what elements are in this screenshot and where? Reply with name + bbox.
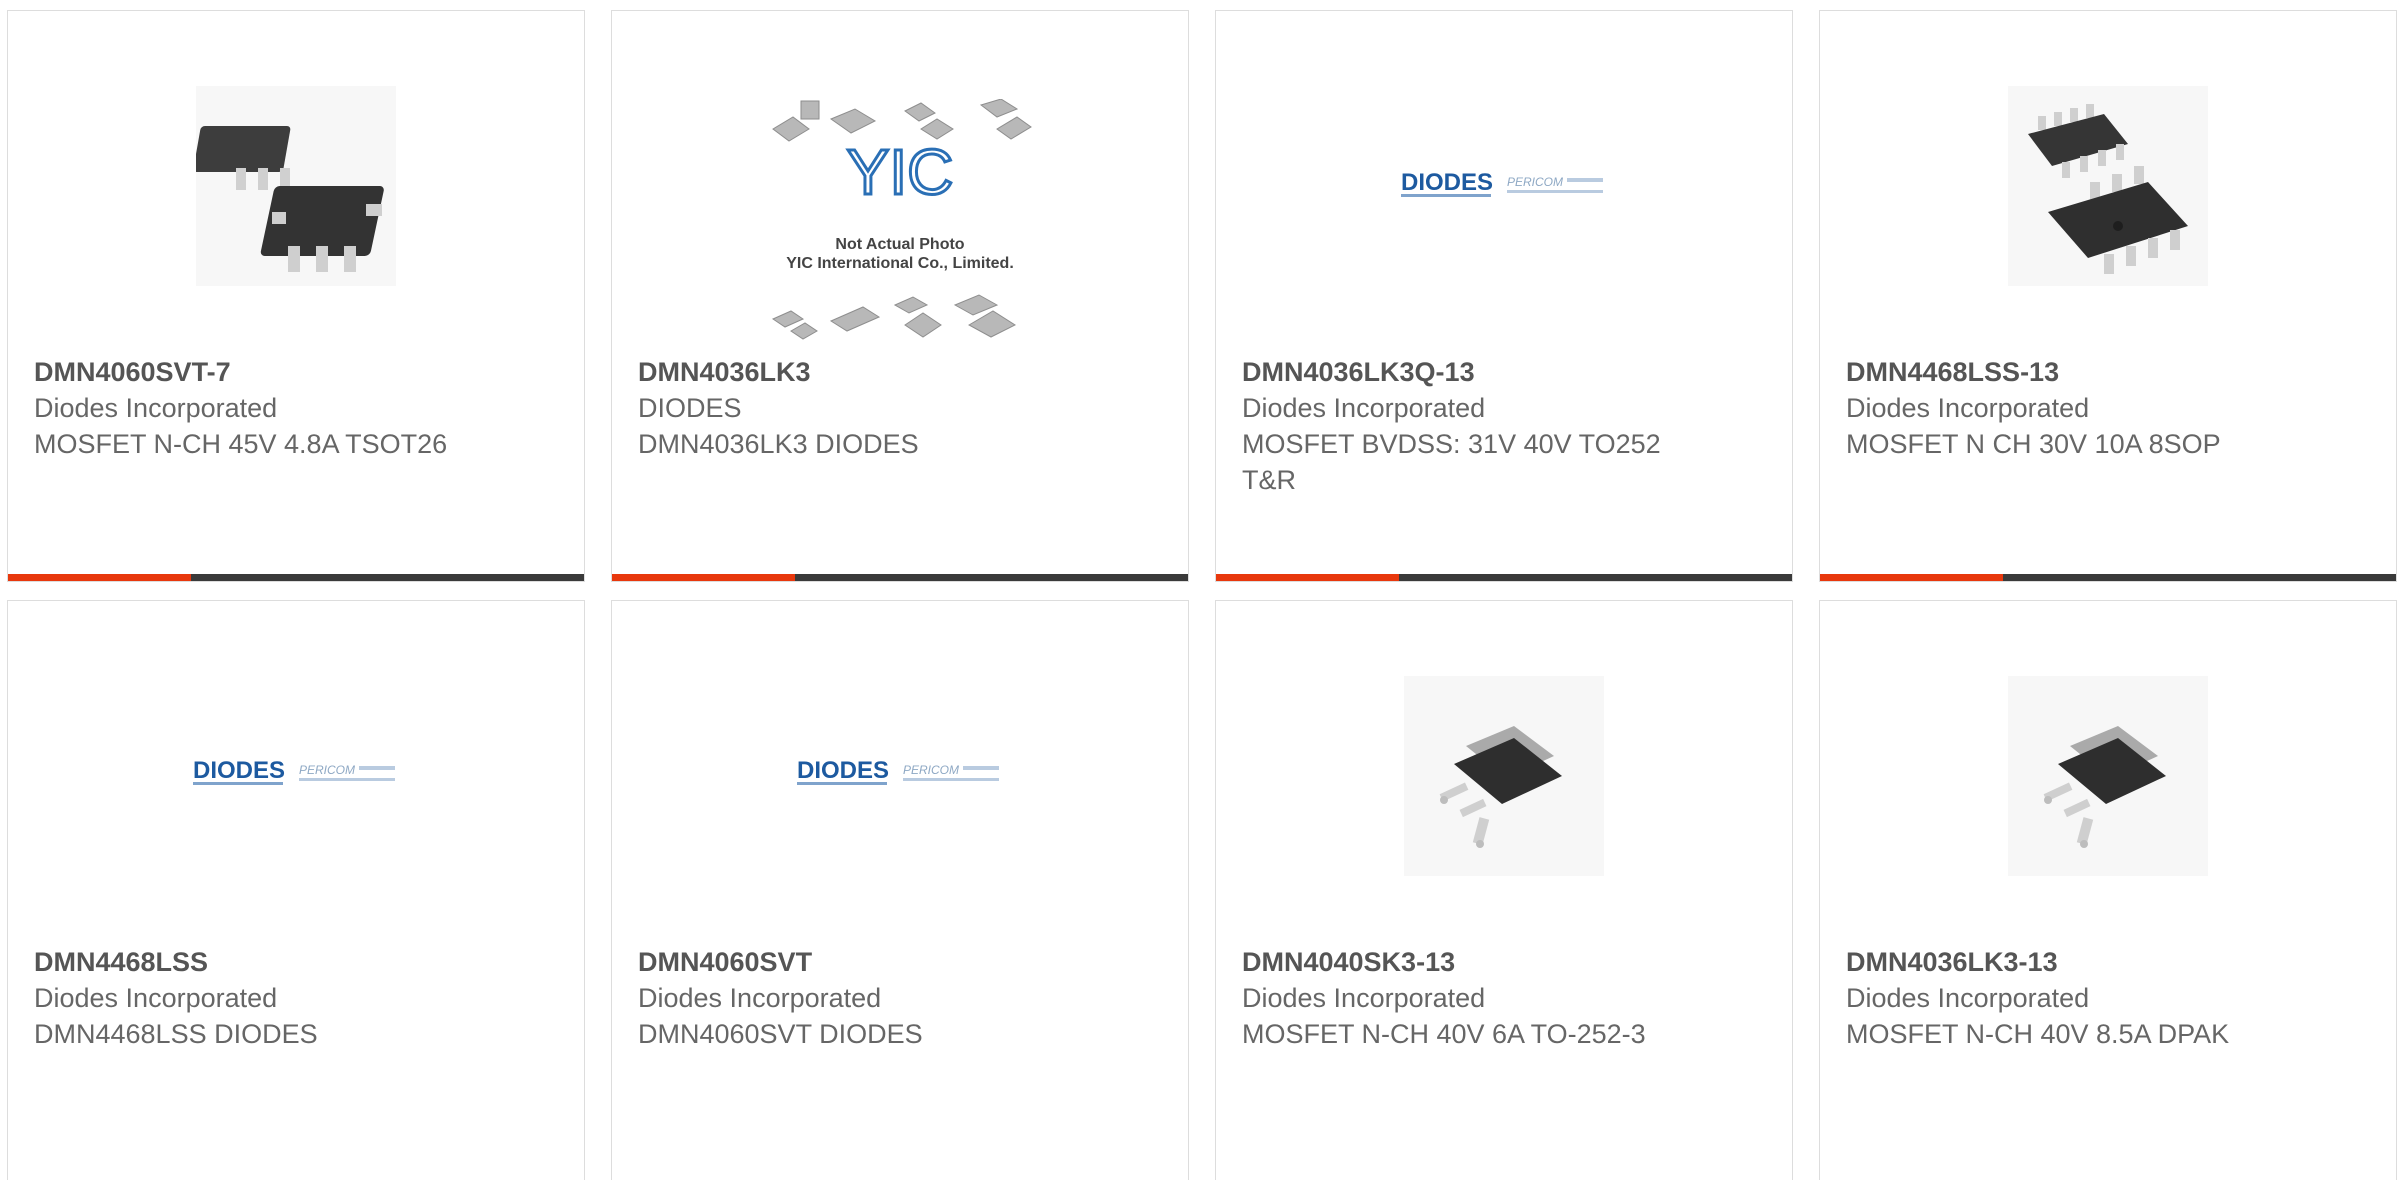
diodes-logo-icon: DIODES PERICOM	[797, 757, 999, 785]
manufacturer: Diodes Incorporated	[34, 393, 278, 423]
soic-package-icon	[2008, 86, 2208, 286]
sot-package-icon	[196, 86, 396, 286]
part-number[interactable]: DMN4036LK3Q-13	[1242, 354, 1672, 390]
card-bar	[1820, 574, 2396, 581]
product-card[interactable]: DMN4060SVT-7 Diodes Incorporated MOSFET …	[7, 10, 585, 582]
manufacturer: Diodes Incorporated	[1846, 393, 2090, 423]
product-card[interactable]: DIODES PERICOM DMN4036LK3Q-13 Diodes Inc…	[1215, 10, 1793, 582]
diodes-wordmark: DIODES	[797, 757, 889, 784]
manufacturer: DIODES	[638, 393, 742, 423]
part-number[interactable]: DMN4036LK3-13	[1846, 944, 2276, 980]
card-bar-accent	[612, 574, 795, 581]
product-image[interactable]	[2003, 671, 2213, 881]
diodes-wordmark: DIODES	[193, 757, 285, 784]
product-image[interactable]: DIODES PERICOM	[1399, 166, 1609, 206]
description: MOSFET N-CH 45V 4.8A TSOT26	[34, 429, 448, 459]
product-image[interactable]	[2003, 81, 2213, 291]
product-card[interactable]: DMN4036LK3-13 Diodes Incorporated MOSFET…	[1819, 600, 2397, 1180]
product-image[interactable]	[191, 81, 401, 291]
product-card[interactable]: DMN4468LSS-13 Diodes Incorporated MOSFET…	[1819, 10, 2397, 582]
card-bar	[1216, 574, 1792, 581]
product-image[interactable]: DIODES PERICOM	[191, 754, 401, 794]
product-image[interactable]: DIODES PERICOM	[795, 754, 1005, 794]
part-number[interactable]: DMN4036LK3	[638, 354, 1068, 390]
yic-placeholder-icon: YIC Not Actual Photo YIC International C…	[771, 99, 1032, 340]
part-number[interactable]: DMN4468LSS-13	[1846, 354, 2276, 390]
diodes-logo-icon: DIODES PERICOM	[193, 757, 395, 785]
part-number[interactable]: DMN4060SVT-7	[34, 354, 464, 390]
manufacturer: Diodes Incorporated	[1846, 983, 2090, 1013]
card-bar	[612, 574, 1188, 581]
description: DMN4060SVT DIODES	[638, 1019, 923, 1049]
image-caption: Not Actual Photo	[835, 236, 964, 253]
product-card[interactable]: DIODES PERICOM DMN4468LSS Diodes Incorpo…	[7, 600, 585, 1180]
description: MOSFET BVDSS: 31V 40V TO252 T&R	[1242, 429, 1661, 495]
part-number[interactable]: DMN4040SK3-13	[1242, 944, 1672, 980]
product-image[interactable]: YIC Not Actual Photo YIC International C…	[765, 99, 1035, 349]
product-card[interactable]: YIC Not Actual Photo YIC International C…	[611, 10, 1189, 582]
diodes-logo-icon: DIODES PERICOM	[1401, 169, 1603, 197]
description: DMN4468LSS DIODES	[34, 1019, 318, 1049]
description: DMN4036LK3 DIODES	[638, 429, 919, 459]
pericom-wordmark: PERICOM	[299, 763, 355, 777]
manufacturer: Diodes Incorporated	[1242, 393, 1486, 423]
pericom-wordmark: PERICOM	[1507, 175, 1563, 189]
pericom-wordmark: PERICOM	[903, 763, 959, 777]
part-number[interactable]: DMN4060SVT	[638, 944, 1068, 980]
dpak-package-icon	[1404, 676, 1604, 876]
product-card[interactable]: DMN4040SK3-13 Diodes Incorporated MOSFET…	[1215, 600, 1793, 1180]
yic-logo: YIC	[847, 136, 954, 208]
card-bar	[8, 574, 584, 581]
card-bar-accent	[8, 574, 191, 581]
image-caption: YIC International Co., Limited.	[786, 255, 1014, 272]
manufacturer: Diodes Incorporated	[1242, 983, 1486, 1013]
part-number[interactable]: DMN4468LSS	[34, 944, 464, 980]
dpak-package-icon	[2008, 676, 2208, 876]
diodes-wordmark: DIODES	[1401, 169, 1493, 196]
card-bar-accent	[1820, 574, 2003, 581]
description: MOSFET N-CH 40V 6A TO-252-3	[1242, 1019, 1646, 1049]
card-bar-accent	[1216, 574, 1399, 581]
manufacturer: Diodes Incorporated	[34, 983, 278, 1013]
product-card[interactable]: DIODES PERICOM DMN4060SVT Diodes Incorpo…	[611, 600, 1189, 1180]
description: MOSFET N-CH 40V 8.5A DPAK	[1846, 1019, 2230, 1049]
description: MOSFET N CH 30V 10A 8SOP	[1846, 429, 2221, 459]
product-image[interactable]	[1399, 671, 1609, 881]
manufacturer: Diodes Incorporated	[638, 983, 882, 1013]
